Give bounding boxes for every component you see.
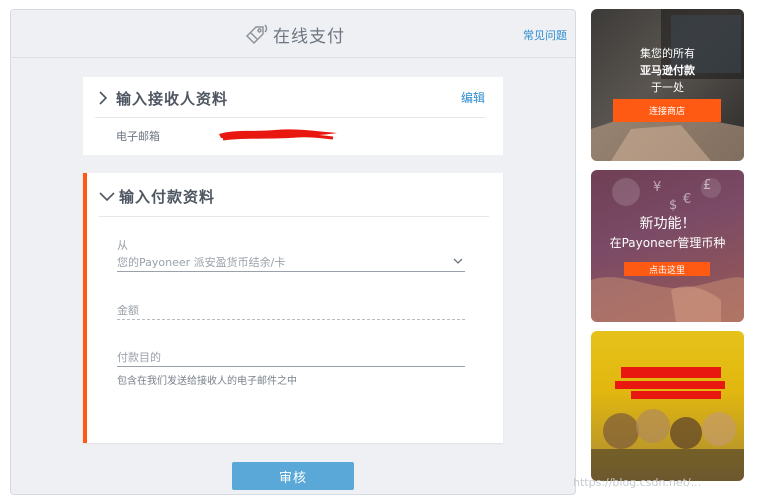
edit-recipient-link[interactable]: 编辑 [461, 89, 485, 106]
group-photo-image [591, 367, 744, 481]
redacted-email [219, 129, 337, 141]
chevron-down-icon [453, 258, 463, 264]
panel-header: 在线支付 常见问题 [11, 10, 575, 58]
email-label: 电子邮箱 [116, 130, 160, 143]
review-button[interactable]: 审核 [232, 462, 354, 490]
purpose-placeholder: 付款目的 [117, 351, 161, 364]
title-group: 在线支付 [243, 21, 345, 47]
page-title: 在线支付 [273, 26, 345, 47]
from-label: 从 [117, 239, 128, 252]
payment-page: 在线支付 常见问题 输入接收人资料 编辑 电子邮箱 输入付款资料 从 您的Pay… [0, 0, 762, 495]
source-select[interactable]: 您的Payoneer 派安盈货币结余/卡 [117, 254, 465, 272]
ad1-line3: 于一处 [651, 81, 684, 94]
connect-store-button[interactable]: 连接商店 [613, 99, 721, 122]
payment-panel: 在线支付 常见问题 输入接收人资料 编辑 电子邮箱 输入付款资料 从 您的Pay… [10, 9, 576, 495]
ad1-line2: 亚马逊付款 [640, 64, 695, 77]
ad2-line1: 新功能！ [639, 216, 696, 232]
chevron-down-icon[interactable] [99, 188, 115, 204]
divider [99, 216, 489, 217]
recipient-section-title: 输入接收人资料 [116, 90, 229, 108]
amount-placeholder: 金额 [117, 304, 139, 317]
purpose-input[interactable]: 付款目的 [117, 349, 465, 367]
currency-ad-banner[interactable]: ¥ € £ $ 新功能！ 在Payoneer管理币种 点击这里 [591, 170, 744, 322]
pound-icon: £ [703, 178, 712, 193]
promo-ad-banner[interactable] [591, 331, 744, 481]
dollar-icon: $ [669, 198, 678, 213]
ad2-line2: 在Payoneer管理币种 [609, 236, 726, 250]
purpose-hint: 包含在我们发送给接收人的电子邮件之中 [117, 376, 297, 387]
payment-tag-icon [246, 24, 268, 44]
amount-input[interactable]: 金额 [117, 302, 465, 320]
source-select-value: 您的Payoneer 派安盈货币结余/卡 [117, 256, 286, 269]
watermark: https://blog.csdn.net/... [573, 476, 702, 489]
payment-details-card: 输入付款资料 从 您的Payoneer 派安盈货币结余/卡 金额 付款目的 包含… [83, 173, 503, 443]
euro-icon: € [683, 192, 692, 207]
click-here-button[interactable]: 点击这里 [624, 262, 710, 276]
chevron-right-icon [99, 91, 108, 105]
accent-bar [83, 173, 87, 443]
divider [95, 117, 485, 118]
faq-link[interactable]: 常见问题 [523, 27, 567, 43]
recipient-card: 输入接收人资料 编辑 电子邮箱 [83, 77, 503, 155]
recipient-card-header[interactable]: 输入接收人资料 编辑 [83, 77, 503, 117]
ad1-line1: 集您的所有 [640, 47, 695, 60]
yen-icon: ¥ [653, 180, 662, 195]
amazon-ad-banner[interactable]: 集您的所有 亚马逊付款 于一处 连接商店 [591, 9, 744, 161]
payment-section-title: 输入付款资料 [119, 188, 216, 206]
